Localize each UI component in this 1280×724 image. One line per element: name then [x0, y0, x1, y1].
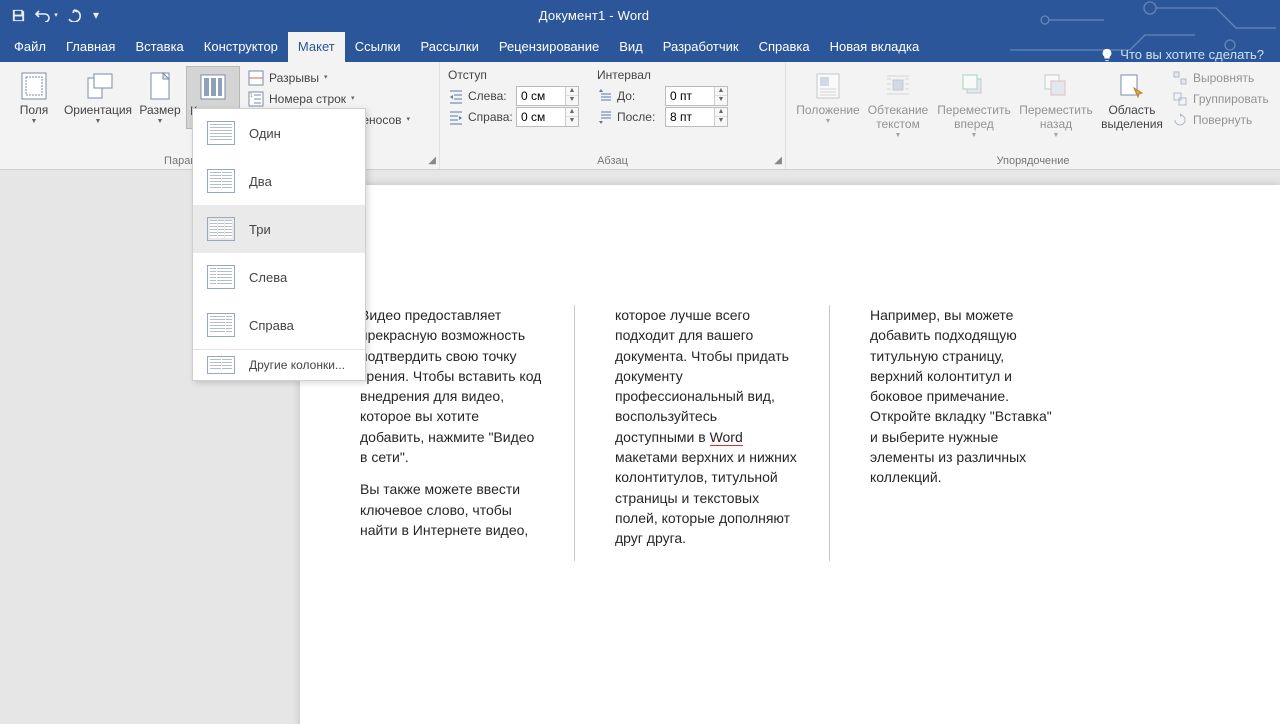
tab-view[interactable]: Вид: [609, 32, 653, 62]
send-backward-button[interactable]: Переместить назад▼: [1016, 66, 1096, 141]
indent-heading: Отступ: [448, 68, 579, 82]
undo-icon[interactable]: ▾: [34, 3, 58, 27]
tab-review[interactable]: Рецензирование: [489, 32, 609, 62]
group-paragraph-label: Абзац: [448, 154, 777, 169]
tell-me-placeholder: Что вы хотите сделать?: [1120, 47, 1264, 62]
columns-option-three[interactable]: Три: [193, 205, 365, 253]
tell-me-search[interactable]: Что вы хотите сделать?: [1088, 47, 1276, 62]
spacing-before-spinner[interactable]: ▲▼: [665, 86, 728, 106]
tab-mailings[interactable]: Рассылки: [410, 32, 488, 62]
redo-icon[interactable]: [62, 3, 86, 27]
document-column-2: которое лучше всего подходит для вашего …: [615, 305, 830, 561]
wrap-text-button[interactable]: Обтекание текстом▼: [864, 66, 932, 141]
spacing-before-label: До:: [617, 89, 661, 103]
spacing-after-input[interactable]: [666, 110, 714, 124]
spacing-before-icon: [597, 88, 613, 104]
tab-insert[interactable]: Вставка: [125, 32, 193, 62]
bring-forward-button[interactable]: Переместить вперед▼: [934, 66, 1014, 141]
tab-new[interactable]: Новая вкладка: [820, 32, 930, 62]
spacing-heading: Интервал: [597, 68, 728, 82]
group-arrange-label: Упорядочение: [794, 154, 1272, 169]
window-title: Документ1 - Word: [108, 8, 1080, 23]
columns-option-one[interactable]: Один: [193, 109, 365, 157]
document-page[interactable]: Видео предоставляет прекрасную возможнос…: [300, 185, 1280, 724]
position-button[interactable]: Положение▼: [794, 66, 862, 127]
columns-option-left[interactable]: Слева: [193, 253, 365, 301]
tab-help[interactable]: Справка: [749, 32, 820, 62]
group-button[interactable]: Группировать: [1170, 89, 1271, 109]
doc-text[interactable]: Видео предоставляет прекрасную возможнос…: [360, 305, 544, 467]
qat-customize-icon[interactable]: ▾: [90, 3, 102, 27]
columns-option-two[interactable]: Два: [193, 157, 365, 205]
doc-text[interactable]: которое лучше всего подходит для вашего …: [615, 305, 799, 549]
tab-references[interactable]: Ссылки: [345, 32, 411, 62]
indent-right-input[interactable]: [517, 110, 565, 124]
selection-pane-button[interactable]: Область выделения: [1098, 66, 1166, 136]
save-icon[interactable]: [6, 3, 30, 27]
tab-home[interactable]: Главная: [56, 32, 125, 62]
quick-access-toolbar: ▾ ▾: [0, 3, 108, 27]
document-column-1: Видео предоставляет прекрасную возможнос…: [360, 305, 575, 561]
group-paragraph: Отступ Слева: ▲▼ Справа: ▲▼ Интервал До:: [440, 62, 786, 169]
breaks-button[interactable]: Разрывы ▾: [246, 68, 412, 88]
spellcheck-underline[interactable]: Word: [710, 429, 743, 446]
indent-left-input[interactable]: [517, 89, 565, 103]
doc-text[interactable]: Вы также можете ввести ключевое слово, ч…: [360, 479, 544, 540]
spacing-after-label: После:: [617, 110, 661, 124]
tab-design[interactable]: Конструктор: [194, 32, 288, 62]
columns-dropdown: Один Два Три Слева Справа Другие колонки…: [192, 108, 366, 381]
orientation-button[interactable]: Ориентация▼: [62, 66, 134, 127]
align-button[interactable]: Выровнять: [1170, 68, 1271, 88]
tab-file[interactable]: Файл: [4, 32, 56, 62]
svg-text:1: 1: [250, 93, 253, 99]
indent-right-spinner[interactable]: ▲▼: [516, 107, 579, 127]
title-bar: ▾ ▾ Документ1 - Word: [0, 0, 1280, 30]
tab-layout[interactable]: Макет: [288, 32, 345, 62]
paragraph-launcher-icon[interactable]: ◢: [774, 155, 782, 166]
ribbon-tabs: Файл Главная Вставка Конструктор Макет С…: [0, 30, 1280, 62]
page-setup-launcher-icon[interactable]: ◢: [428, 155, 436, 166]
columns-option-more[interactable]: Другие колонки...: [193, 350, 365, 380]
spacing-after-spinner[interactable]: ▲▼: [665, 107, 728, 127]
doc-text[interactable]: Например, вы можете добавить подходящую …: [870, 305, 1055, 488]
tab-developer[interactable]: Разработчик: [653, 32, 749, 62]
indent-right-label: Справа:: [468, 110, 512, 124]
indent-left-spinner[interactable]: ▲▼: [516, 86, 579, 106]
columns-option-right[interactable]: Справа: [193, 301, 365, 349]
document-column-3: Например, вы можете добавить подходящую …: [870, 305, 1085, 561]
document-columns: Видео предоставляет прекрасную возможнос…: [360, 305, 1240, 561]
group-arrange: Положение▼ Обтекание текстом▼ Переместит…: [786, 62, 1280, 169]
indent-left-icon: [448, 88, 464, 104]
line-numbers-button[interactable]: 1Номера строк ▾: [246, 89, 412, 109]
rotate-button[interactable]: Повернуть: [1170, 110, 1271, 130]
margins-button[interactable]: Поля▼: [8, 66, 60, 127]
size-button[interactable]: Размер▼: [136, 66, 184, 127]
lightbulb-icon: [1100, 48, 1114, 62]
indent-right-icon: [448, 109, 464, 125]
spacing-before-input[interactable]: [666, 89, 714, 103]
spacing-after-icon: [597, 109, 613, 125]
indent-left-label: Слева:: [468, 89, 512, 103]
